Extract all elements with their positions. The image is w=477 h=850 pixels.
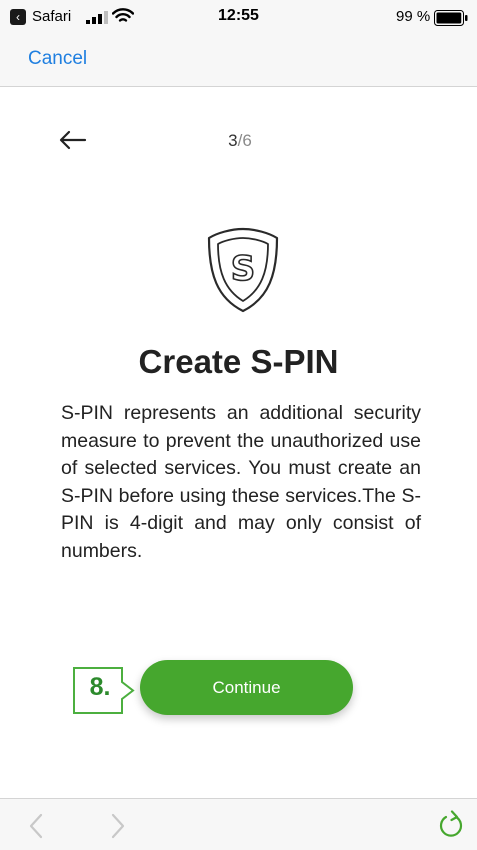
step-current: 3 (228, 131, 238, 150)
chevron-right-icon[interactable] (110, 813, 126, 839)
status-bar: ‹ Safari 12:55 99 % (0, 0, 477, 36)
continue-button[interactable]: Continue (140, 660, 353, 715)
browser-toolbar (0, 798, 477, 850)
chevron-left-icon[interactable] (28, 813, 44, 839)
step-total: 6 (242, 131, 252, 150)
callout-label: 8. (89, 673, 111, 701)
arrow-left-icon[interactable] (58, 128, 88, 152)
shield-letter: S (231, 249, 256, 289)
navigation-bar: Cancel (0, 36, 477, 87)
shield-s-icon: S (207, 227, 279, 313)
cancel-button[interactable]: Cancel (28, 48, 87, 70)
battery-icon (434, 10, 468, 26)
description-text: S-PIN represents an additional security … (61, 402, 421, 562)
battery-percentage: 99 % (396, 8, 431, 25)
reload-icon[interactable] (438, 810, 464, 838)
page-title: Create S-PIN (138, 343, 339, 380)
step-indicator: 3/6 (198, 131, 282, 151)
